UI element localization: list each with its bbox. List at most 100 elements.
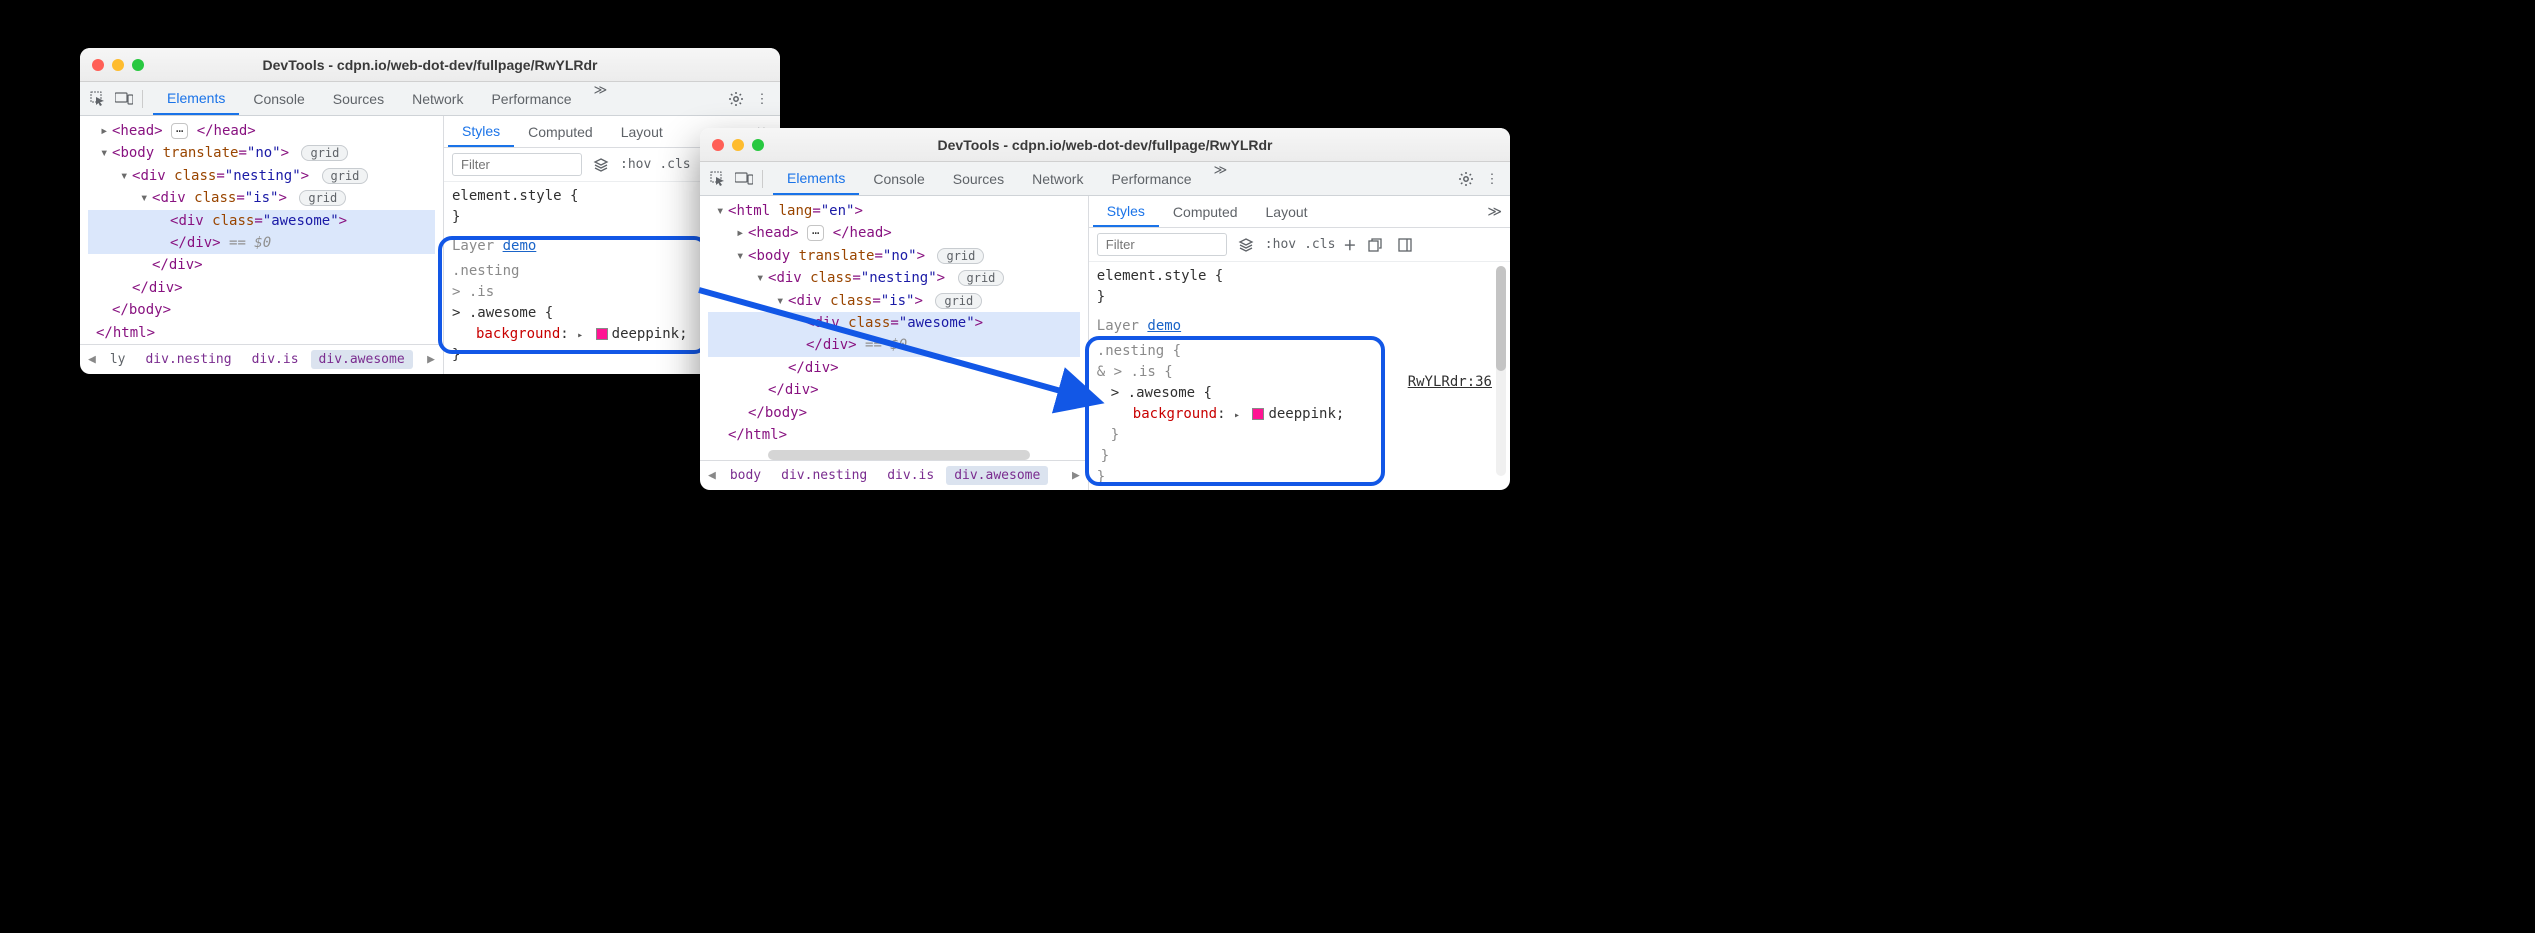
inspect-icon[interactable] <box>706 167 730 191</box>
dom-node-body-close[interactable]: </body> <box>88 299 435 321</box>
grid-badge[interactable]: grid <box>958 270 1005 286</box>
collapsed-dots[interactable]: ⋯ <box>807 225 824 241</box>
layer-link[interactable]: demo <box>1147 318 1181 334</box>
dom-node-nesting[interactable]: ▾<div class="nesting"> grid <box>88 165 435 187</box>
dom-node-is[interactable]: ▾<div class="is"> grid <box>708 290 1080 312</box>
dom-node-awesome-open[interactable]: <div class="awesome"> <box>88 210 435 232</box>
breadcrumb-body[interactable]: ly <box>102 350 134 369</box>
tab-network[interactable]: Network <box>398 82 477 115</box>
filter-input[interactable] <box>1097 233 1227 256</box>
dom-node-body[interactable]: ▾<body translate="no"> grid <box>88 142 435 164</box>
tab-sources[interactable]: Sources <box>939 162 1018 195</box>
kebab-icon[interactable]: ⋮ <box>1480 167 1504 191</box>
tab-styles[interactable]: Styles <box>448 116 514 147</box>
tab-elements[interactable]: Elements <box>773 162 859 195</box>
tab-layout[interactable]: Layout <box>1252 196 1322 227</box>
dom-node-is[interactable]: ▾<div class="is"> grid <box>88 187 435 209</box>
dom-tree[interactable]: ▸<head> ⋯ </head> ▾<body translate="no">… <box>80 116 443 344</box>
color-swatch-icon[interactable] <box>1252 408 1264 420</box>
kebab-icon[interactable]: ⋮ <box>750 87 774 111</box>
breadcrumb-body[interactable]: body <box>722 466 769 485</box>
dom-node-is-close[interactable]: </div> <box>88 254 435 276</box>
tab-network[interactable]: Network <box>1018 162 1097 195</box>
close-icon[interactable] <box>92 59 104 71</box>
dom-node-awesome-close[interactable]: </div> == $0 <box>88 232 435 254</box>
styles-tabs-overflow-icon[interactable]: ≫ <box>1479 203 1510 220</box>
device-icon[interactable] <box>112 87 136 111</box>
element-style-rule[interactable]: element.style { } <box>1097 266 1502 308</box>
settings-icon[interactable] <box>1454 167 1478 191</box>
horizontal-scrollbar[interactable] <box>768 450 1030 460</box>
grid-badge[interactable]: grid <box>322 168 369 184</box>
tab-elements[interactable]: Elements <box>153 82 239 115</box>
expand-icon[interactable]: ▸ <box>577 330 583 341</box>
css-rule[interactable]: .nesting { & > .is { > .awesome { backgr… <box>1097 341 1502 488</box>
grid-badge[interactable]: grid <box>937 248 984 264</box>
inspect-icon[interactable] <box>86 87 110 111</box>
filter-input[interactable] <box>452 153 582 176</box>
breadcrumb-awesome[interactable]: div.awesome <box>946 466 1048 485</box>
dom-node-html[interactable]: ▾<html lang="en"> <box>708 200 1080 222</box>
dom-node-html-close[interactable]: </html> <box>88 322 435 344</box>
close-icon[interactable] <box>712 139 724 151</box>
dom-node-awesome-open[interactable]: <div class="awesome"> <box>708 312 1080 334</box>
layers-icon[interactable] <box>590 154 612 176</box>
copy-styles-icon[interactable] <box>1364 234 1386 256</box>
tab-console[interactable]: Console <box>239 82 318 115</box>
settings-icon[interactable] <box>724 87 748 111</box>
dom-node-head[interactable]: ▸<head> ⋯ </head> <box>88 120 435 142</box>
breadcrumb-is[interactable]: div.is <box>244 350 307 369</box>
hov-toggle[interactable]: :hov <box>1265 237 1296 252</box>
minimize-icon[interactable] <box>112 59 124 71</box>
dom-node-awesome-close[interactable]: </div> == $0 <box>708 334 1080 356</box>
breadcrumb-prev-icon[interactable]: ◀ <box>86 352 98 367</box>
tab-performance[interactable]: Performance <box>1097 162 1205 195</box>
breadcrumb-next-icon[interactable]: ▶ <box>425 352 437 367</box>
cls-toggle[interactable]: .cls <box>1304 237 1335 252</box>
toggle-panel-icon[interactable] <box>1394 234 1416 256</box>
tab-styles[interactable]: Styles <box>1093 196 1159 227</box>
tab-computed[interactable]: Computed <box>1159 196 1252 227</box>
dom-node-body-close[interactable]: </body> <box>708 402 1080 424</box>
device-icon[interactable] <box>732 167 756 191</box>
tab-layout[interactable]: Layout <box>607 116 677 147</box>
breadcrumb-nesting[interactable]: div.nesting <box>137 350 239 369</box>
dom-node-html-close[interactable]: </html> <box>708 424 1080 446</box>
cls-toggle[interactable]: .cls <box>659 157 690 172</box>
dom-node-nesting[interactable]: ▾<div class="nesting"> grid <box>708 267 1080 289</box>
vertical-scrollbar[interactable] <box>1496 266 1506 476</box>
breadcrumb-next-icon[interactable]: ▶ <box>1070 468 1082 483</box>
breadcrumb-prev-icon[interactable]: ◀ <box>706 468 718 483</box>
source-link[interactable]: RwYLRdr:36 <box>1408 374 1492 390</box>
grid-badge[interactable]: grid <box>935 293 982 309</box>
breadcrumb-nesting[interactable]: div.nesting <box>773 466 875 485</box>
tab-console[interactable]: Console <box>859 162 938 195</box>
dom-node-nesting-close[interactable]: </div> <box>708 379 1080 401</box>
layer-link[interactable]: demo <box>503 238 537 254</box>
tab-sources[interactable]: Sources <box>319 82 398 115</box>
breadcrumb-is[interactable]: div.is <box>879 466 942 485</box>
color-swatch-icon[interactable] <box>596 328 608 340</box>
hov-toggle[interactable]: :hov <box>620 157 651 172</box>
layers-icon[interactable] <box>1235 234 1257 256</box>
grid-badge[interactable]: grid <box>301 145 348 161</box>
collapsed-dots[interactable]: ⋯ <box>171 123 188 139</box>
grid-badge[interactable]: grid <box>299 190 346 206</box>
titlebar: DevTools - cdpn.io/web-dot-dev/fullpage/… <box>700 128 1510 162</box>
zoom-icon[interactable] <box>752 139 764 151</box>
tabs-overflow-icon[interactable]: ≫ <box>586 82 616 115</box>
zoom-icon[interactable] <box>132 59 144 71</box>
tabs-overflow-icon[interactable]: ≫ <box>1206 162 1236 195</box>
new-rule-icon[interactable]: ＋ <box>1343 235 1356 254</box>
css-declaration[interactable]: background: ▸ deeppink; <box>1097 404 1502 425</box>
expand-icon[interactable]: ▸ <box>1234 410 1240 421</box>
minimize-icon[interactable] <box>732 139 744 151</box>
dom-tree[interactable]: ▾<html lang="en"> ▸<head> ⋯ </head> ▾<bo… <box>700 196 1088 460</box>
tab-computed[interactable]: Computed <box>514 116 607 147</box>
tab-performance[interactable]: Performance <box>477 82 585 115</box>
dom-node-head[interactable]: ▸<head> ⋯ </head> <box>708 222 1080 244</box>
dom-node-body[interactable]: ▾<body translate="no"> grid <box>708 245 1080 267</box>
dom-node-nesting-close[interactable]: </div> <box>88 277 435 299</box>
breadcrumb-awesome[interactable]: div.awesome <box>311 350 413 369</box>
dom-node-is-close[interactable]: </div> <box>708 357 1080 379</box>
